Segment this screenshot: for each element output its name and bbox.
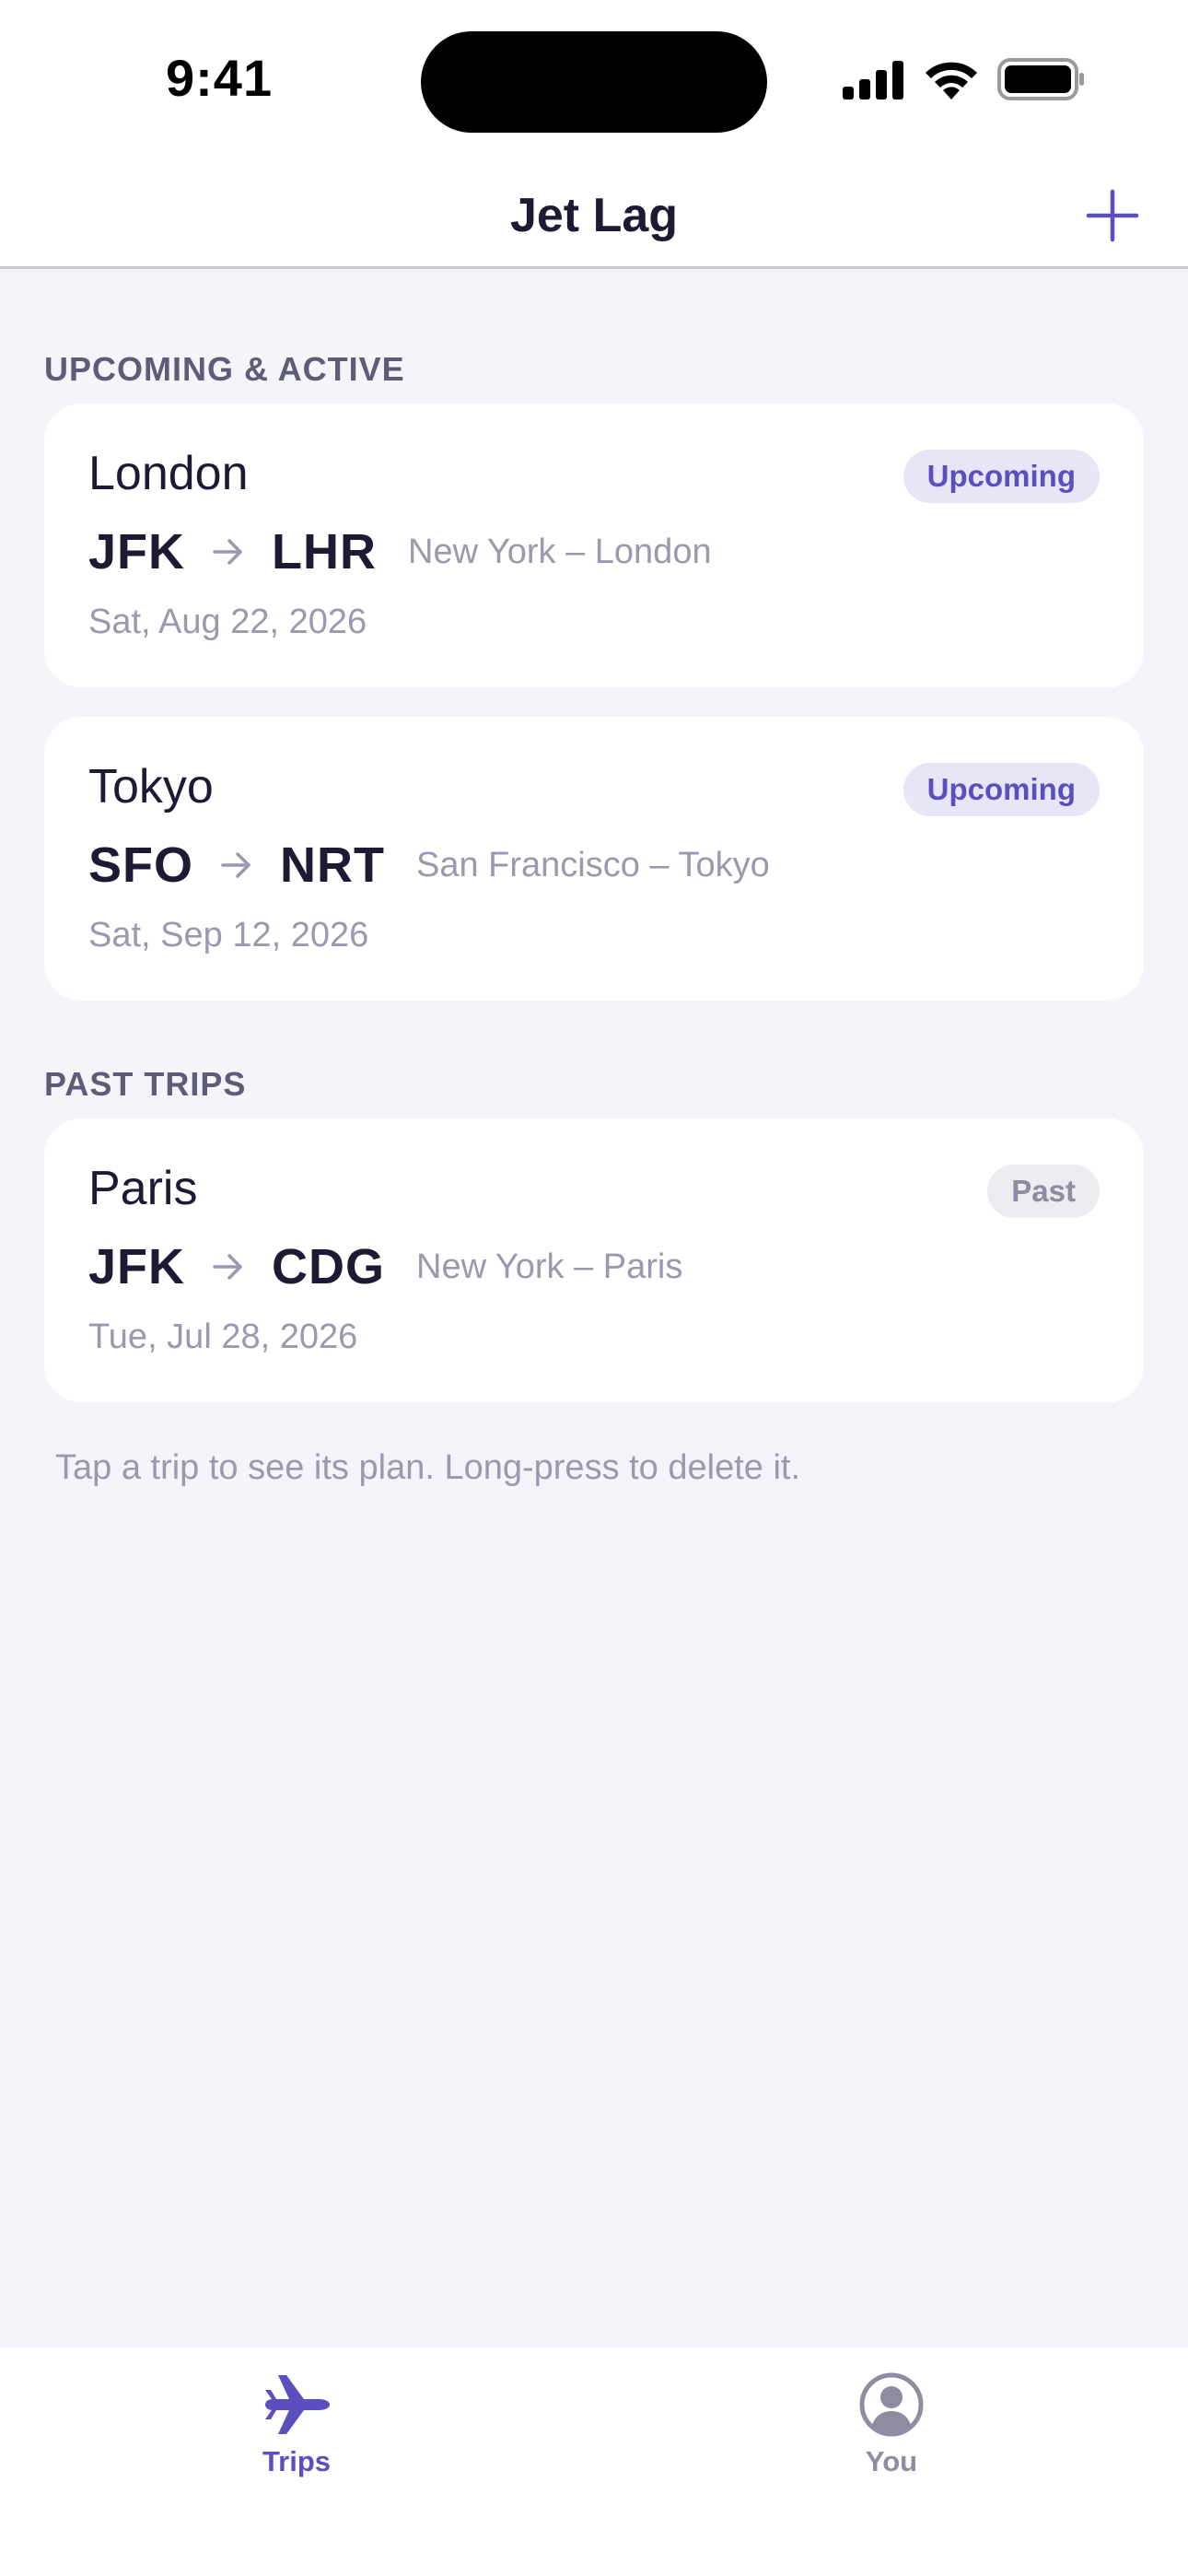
page-title: Jet Lag (509, 189, 679, 242)
route-row: JFK LHR New York – London (88, 520, 712, 584)
tab-trips[interactable]: Trips (204, 2370, 389, 2478)
navigation-header: Jet Lag (0, 162, 1188, 269)
destination-airport-code: CDG (272, 1239, 386, 1294)
hint-text: Tap a trip to see its plan. Long-press t… (55, 1448, 801, 1487)
route-row: JFK CDG New York – Paris (88, 1235, 682, 1299)
trip-card-tokyo[interactable]: Tokyo Upcoming SFO NRT San Francisco – T… (44, 717, 1144, 1001)
arrow-right-icon (221, 852, 250, 878)
wifi-icon (926, 62, 977, 100)
arrow-right-icon (213, 1254, 242, 1280)
destination-airport-code: NRT (280, 837, 385, 893)
trip-date: Tue, Jul 28, 2026 (88, 1317, 358, 1356)
status-badge: Upcoming (903, 763, 1100, 816)
trip-date: Sat, Aug 22, 2026 (88, 603, 367, 641)
status-time: 9:41 (166, 49, 274, 107)
destination-airport-code: LHR (272, 524, 377, 580)
dynamic-island (421, 31, 767, 133)
route-cities: New York – Paris (416, 1247, 683, 1286)
person-circle-icon (859, 2372, 924, 2437)
route-row: SFO NRT San Francisco – Tokyo (88, 833, 770, 897)
trip-date: Sat, Sep 12, 2026 (88, 916, 369, 954)
route-cities: New York – London (408, 532, 712, 571)
trip-name: Tokyo (88, 760, 214, 814)
cellular-signal-icon (843, 61, 903, 100)
tab-bar: Trips You (0, 2348, 1188, 2576)
arrow-right-icon (213, 539, 242, 565)
airplane-icon (265, 2375, 330, 2434)
tab-label: Trips (262, 2445, 332, 2477)
status-badge: Past (987, 1165, 1100, 1218)
origin-airport-code: JFK (88, 524, 186, 580)
add-trip-button[interactable] (1085, 188, 1140, 243)
trip-name: London (88, 447, 249, 500)
trips-screen: 9:41 Jet Lag UPCOMING & ACTIVE London Up… (0, 0, 1188, 2576)
status-bar: 9:41 (0, 0, 1188, 162)
status-badge: Upcoming (903, 450, 1100, 503)
origin-airport-code: JFK (88, 1239, 186, 1294)
trip-card-paris[interactable]: Paris Past JFK CDG New York – Paris Tue,… (44, 1118, 1144, 1402)
trip-card-london[interactable]: London Upcoming JFK LHR New York – Londo… (44, 404, 1144, 687)
trip-name: Paris (88, 1162, 198, 1215)
tab-label: You (865, 2445, 918, 2477)
origin-airport-code: SFO (88, 837, 194, 893)
section-header-past: PAST TRIPS (44, 1065, 247, 1103)
battery-icon (997, 58, 1084, 100)
plus-icon (1086, 189, 1139, 242)
tab-you[interactable]: You (799, 2370, 984, 2478)
section-header-upcoming: UPCOMING & ACTIVE (44, 350, 405, 388)
route-cities: San Francisco – Tokyo (416, 845, 770, 884)
